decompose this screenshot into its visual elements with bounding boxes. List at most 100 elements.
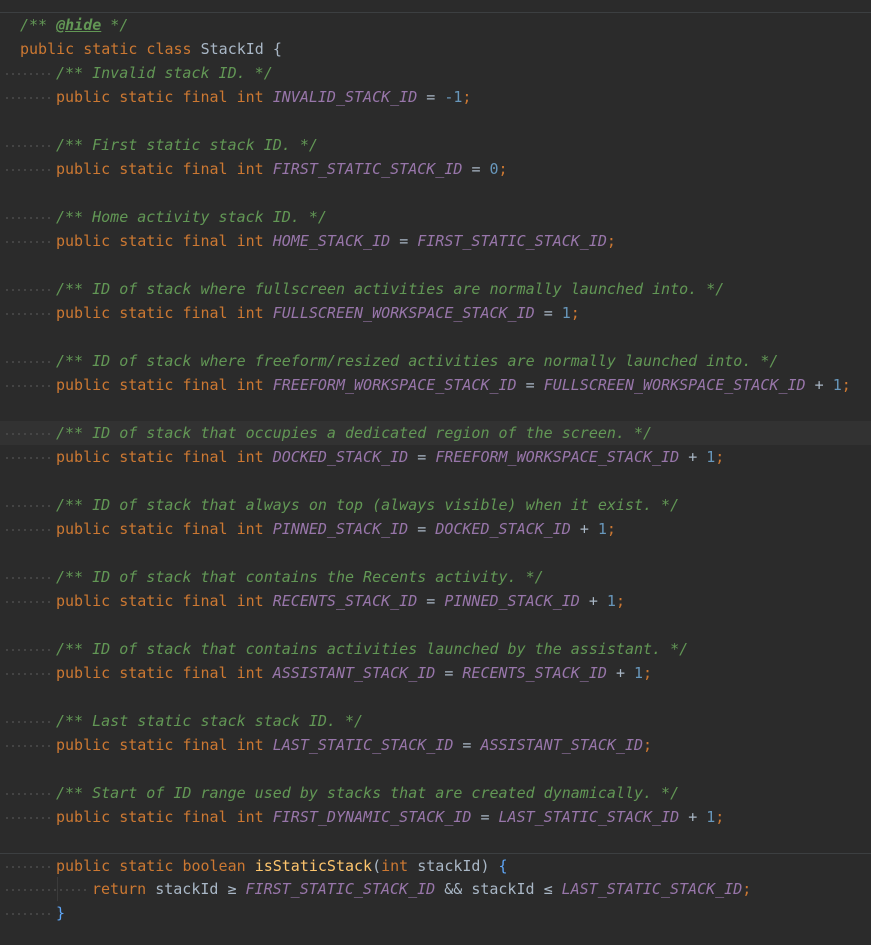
return-field-2[interactable]: LAST_STATIC_STACK_ID — [562, 880, 743, 898]
constant-declaration-line: public static final int FREEFORM_WORKSPA… — [0, 373, 871, 398]
constant-rhs-field[interactable]: ASSISTANT_STACK_ID — [480, 736, 643, 754]
param-name[interactable]: stackId — [417, 857, 480, 875]
constant-comment: /** ID of stack that occupies a dedicate… — [56, 424, 653, 442]
constant-name[interactable]: DOCKED_STACK_ID — [273, 448, 408, 466]
constant-comment: /** ID of stack where fullscreen activit… — [56, 280, 725, 298]
indent-whitespace-dots — [4, 85, 52, 110]
return-var-1[interactable]: stackId — [155, 880, 218, 898]
keyword-final: final — [182, 808, 228, 826]
operator-assign: = — [471, 160, 481, 178]
semicolon: ; — [606, 520, 616, 538]
indent-whitespace-dots — [4, 661, 52, 686]
constant-rhs-field[interactable]: FULLSCREEN_WORKSPACE_STACK_ID — [544, 376, 806, 394]
class-declaration-line: public static class StackId { — [0, 37, 871, 61]
constant-rhs-field[interactable]: LAST_STATIC_STACK_ID — [499, 808, 680, 826]
constant-rhs-number: 1 — [606, 592, 616, 610]
keyword-public: public — [56, 736, 111, 754]
code-editor[interactable]: /** @hide */ public static class StackId… — [0, 0, 871, 945]
constant-name[interactable]: LAST_STATIC_STACK_ID — [273, 736, 454, 754]
keyword-static: static — [119, 376, 174, 394]
indent-whitespace-dots — [4, 493, 52, 518]
keyword-public: public — [56, 304, 111, 322]
indent-whitespace-dots — [4, 637, 52, 662]
operator-plus: + — [579, 520, 589, 538]
indent-guide — [57, 877, 58, 901]
constant-comment-line: /** ID of stack that occupies a dedicate… — [0, 421, 871, 446]
keyword-final: final — [182, 592, 228, 610]
operator-assign: = — [399, 232, 409, 250]
keyword-final: final — [182, 304, 228, 322]
keyword-static: static — [119, 232, 174, 250]
indent-whitespace-dots — [4, 421, 52, 446]
constant-name[interactable]: FIRST_DYNAMIC_STACK_ID — [273, 808, 472, 826]
indent-whitespace-dots — [4, 565, 52, 590]
operator-assign: = — [480, 808, 490, 826]
constant-name[interactable]: ASSISTANT_STACK_ID — [273, 664, 436, 682]
javadoc-open: /** — [20, 16, 57, 34]
method-declaration-line: public static boolean isStaticStack(int … — [0, 853, 871, 879]
constant-rhs-number: 1 — [597, 520, 607, 538]
constant-rhs-field[interactable]: DOCKED_STACK_ID — [435, 520, 570, 538]
constant-declaration-line: public static final int INVALID_STACK_ID… — [0, 85, 871, 110]
keyword-int: int — [236, 664, 264, 682]
constant-rhs-field[interactable]: FREEFORM_WORKSPACE_STACK_ID — [435, 448, 679, 466]
keyword-final: final — [182, 160, 228, 178]
return-field-1[interactable]: FIRST_STATIC_STACK_ID — [246, 880, 436, 898]
operator-and: && — [444, 880, 463, 898]
indent-whitespace-dots — [4, 229, 52, 254]
indent-whitespace-dots — [4, 517, 52, 542]
keyword-final: final — [182, 232, 228, 250]
constant-comment: /** Invalid stack ID. */ — [56, 64, 273, 82]
keyword-final: final — [182, 376, 228, 394]
keyword-static: static — [119, 160, 174, 178]
keyword-static: static — [119, 857, 174, 875]
keyword-int: int — [236, 232, 264, 250]
class-modifiers: public static class — [20, 40, 201, 58]
keyword-static: static — [119, 592, 174, 610]
indent-whitespace-dots — [4, 781, 52, 806]
constant-name[interactable]: INVALID_STACK_ID — [273, 88, 418, 106]
constant-declaration-line: public static final int FULLSCREEN_WORKS… — [0, 301, 871, 326]
constant-declaration-line: public static final int DOCKED_STACK_ID … — [0, 445, 871, 470]
constant-name[interactable]: FIRST_STATIC_STACK_ID — [273, 160, 463, 178]
constant-name[interactable]: FULLSCREEN_WORKSPACE_STACK_ID — [273, 304, 535, 322]
keyword-return: return — [92, 880, 147, 898]
return-var-2[interactable]: stackId — [471, 880, 534, 898]
constant-comment-line: /** ID of stack that always on top (alwa… — [0, 493, 871, 518]
constant-name[interactable]: HOME_STACK_ID — [273, 232, 390, 250]
constant-comment-line: /** Home activity stack ID. */ — [0, 205, 871, 230]
method-name[interactable]: isStaticStack — [255, 857, 372, 875]
constant-rhs-field[interactable]: FIRST_STATIC_STACK_ID — [417, 232, 607, 250]
operator-assign: = — [417, 448, 427, 466]
constant-rhs-field[interactable]: RECENTS_STACK_ID — [462, 664, 607, 682]
constant-declaration-line: public static final int RECENTS_STACK_ID… — [0, 589, 871, 614]
param-type: int — [381, 857, 409, 875]
constant-comment-line: /** First static stack ID. */ — [0, 133, 871, 158]
method-close-line: } — [0, 901, 871, 926]
keyword-static: static — [119, 664, 174, 682]
keyword-boolean: boolean — [182, 857, 246, 875]
constant-name[interactable]: PINNED_STACK_ID — [273, 520, 408, 538]
constant-declaration-line: public static final int LAST_STATIC_STAC… — [0, 733, 871, 758]
constant-rhs-number: -1 — [444, 88, 463, 106]
operator-plus: + — [688, 448, 698, 466]
constant-declaration-line: public static final int HOME_STACK_ID = … — [0, 229, 871, 254]
operator-assign: = — [426, 592, 436, 610]
constant-name[interactable]: FREEFORM_WORKSPACE_STACK_ID — [273, 376, 517, 394]
keyword-final: final — [182, 520, 228, 538]
keyword-int: int — [236, 160, 264, 178]
constant-comment-line: /** ID of stack that contains activities… — [0, 637, 871, 662]
keyword-int: int — [236, 448, 264, 466]
class-name[interactable]: StackId — [201, 40, 264, 58]
indent-whitespace-dots — [4, 277, 52, 302]
constant-rhs-field[interactable]: PINNED_STACK_ID — [444, 592, 579, 610]
code-area[interactable]: /** @hide */ public static class StackId… — [0, 13, 871, 926]
indent-whitespace-dots — [4, 349, 52, 374]
constant-name[interactable]: RECENTS_STACK_ID — [273, 592, 418, 610]
constants-block: /** Invalid stack ID. */ public static fi… — [0, 61, 871, 853]
indent-whitespace-dots — [4, 133, 52, 158]
